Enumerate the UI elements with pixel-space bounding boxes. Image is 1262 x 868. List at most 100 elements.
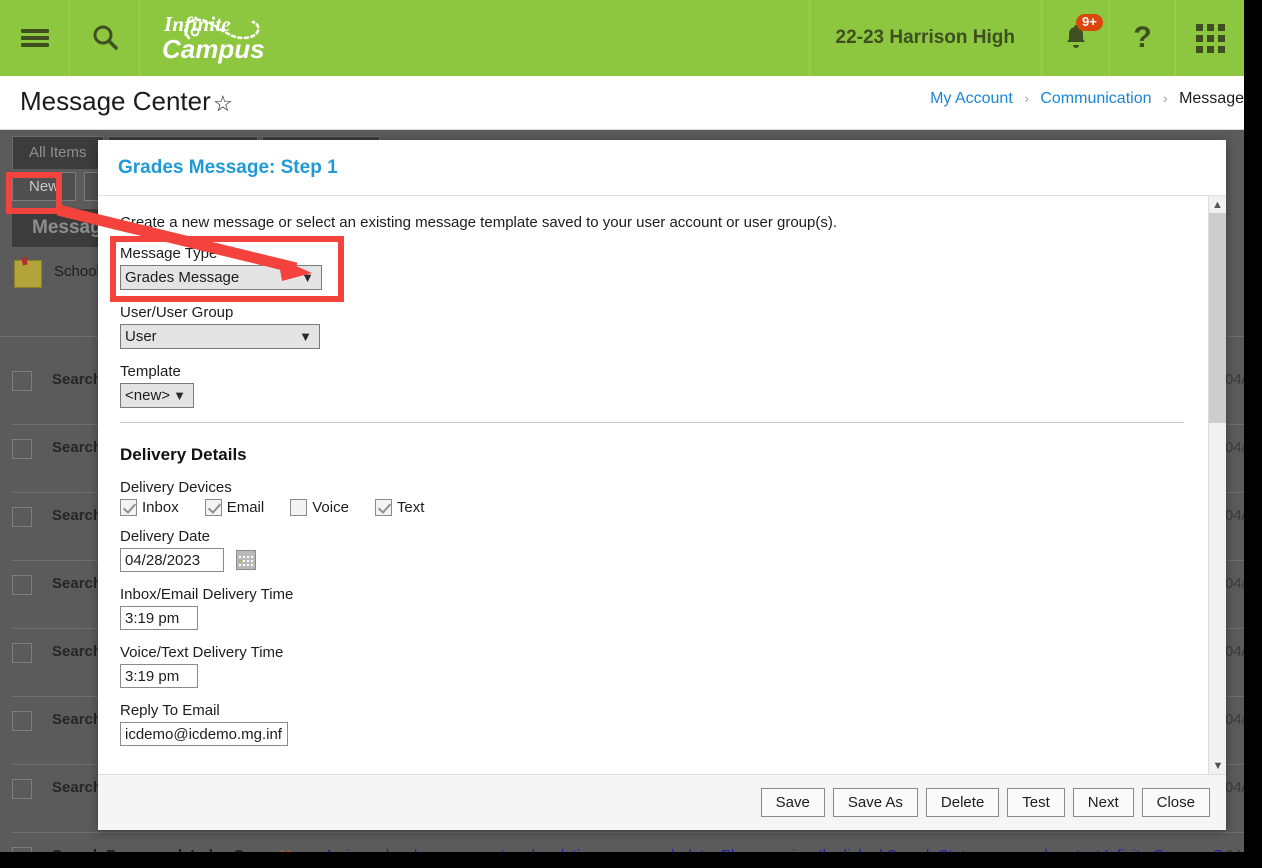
note-icon — [14, 260, 42, 288]
delivery-details-heading: Delivery Details — [120, 445, 247, 464]
infinite-campus-logo[interactable]: Infinite Campus — [140, 0, 287, 76]
row-date: 04/ — [1225, 575, 1244, 592]
star-outline-icon[interactable]: ☆ — [213, 93, 233, 115]
top-navigation-bar: Infinite Campus 22-23 Harrison High 9+ ? — [0, 0, 1244, 76]
row-date: 04/ — [1225, 643, 1244, 660]
dialog-footer: Save Save As Delete Test Next Close — [98, 774, 1226, 830]
checkbox-voice[interactable]: Voice — [290, 499, 349, 516]
dialog-header: Grades Message: Step 1 — [98, 140, 1226, 196]
dialog-vertical-scrollbar[interactable]: ▲ ▼ — [1208, 196, 1226, 774]
save-as-button[interactable]: Save As — [832, 788, 918, 817]
delivery-devices-label: Delivery Devices — [120, 479, 232, 496]
notifications-bell-icon[interactable]: 9+ — [1042, 0, 1110, 76]
dialog-title: Grades Message: Step 1 — [118, 156, 338, 178]
row-date: 04/ — [1225, 371, 1244, 388]
row-checkbox[interactable] — [12, 847, 32, 852]
new-button[interactable]: New — [12, 172, 77, 201]
user-user-group-select[interactable]: User — [120, 324, 320, 349]
voice-text-time-input[interactable] — [120, 664, 198, 688]
search-glyph — [93, 25, 118, 50]
row-checkbox[interactable] — [12, 507, 32, 527]
table-row-search-framework-index-sync[interactable]: Search Framework Index Sync New An issue… — [12, 842, 1244, 852]
search-icon[interactable] — [70, 0, 140, 76]
row-checkbox[interactable] — [12, 371, 32, 391]
row-date: 04/ — [1225, 507, 1244, 524]
status-badge-new: New — [280, 847, 311, 852]
test-button[interactable]: Test — [1007, 788, 1065, 817]
inbox-email-time-input[interactable] — [120, 606, 198, 630]
checkbox-icon — [374, 499, 392, 516]
hamburger-bars — [20, 26, 49, 50]
delivery-devices-group: Inbox Email Voice Text — [120, 499, 1208, 516]
screenshot-root: Infinite Campus 22-23 Harrison High 9+ ?… — [0, 0, 1262, 868]
delivery-date-label: Delivery Date — [120, 528, 211, 545]
checkbox-icon — [204, 499, 222, 516]
field-message-type: Message Type Grades Message ▼ — [120, 245, 1208, 290]
row-checkbox[interactable] — [12, 779, 32, 799]
breadcrumb: My Account › Communication › Message — [930, 90, 1244, 108]
dialog-scroll-content: Create a new message or select an existi… — [98, 196, 1208, 774]
page-title: Message Center — [20, 86, 211, 116]
logo-swoosh-icon — [183, 18, 260, 40]
dialog-body: Create a new message or select an existi… — [98, 196, 1226, 774]
delete-button[interactable]: Delete — [925, 788, 1000, 817]
close-button[interactable]: Close — [1141, 788, 1210, 817]
question-mark-glyph: ? — [1133, 21, 1152, 54]
template-label: Template — [120, 363, 181, 380]
row-date: 04/ — [1225, 847, 1244, 852]
calendar-icon[interactable] — [236, 549, 257, 570]
voice-text-time-label: Voice/Text Delivery Time — [120, 644, 284, 661]
scroll-up-icon[interactable]: ▲ — [1209, 196, 1226, 213]
message-type-select[interactable]: Grades Message — [120, 265, 322, 290]
dialog-help-text: Create a new message or select an existi… — [120, 214, 838, 231]
breadcrumb-separator-2: › — [1162, 90, 1168, 106]
field-user-user-group: User/User Group User ▼ — [120, 304, 1208, 349]
breadcrumb-item-communication[interactable]: Communication — [1040, 90, 1151, 107]
school-year-selector[interactable]: 22-23 Harrison High — [808, 0, 1042, 76]
checkbox-label: Inbox — [142, 499, 179, 516]
page-title-bar: Message Center ☆ My Account › Communicat… — [0, 76, 1244, 130]
reply-to-email-input[interactable] — [120, 722, 288, 746]
row-checkbox[interactable] — [12, 643, 32, 663]
row-message-text: An issue has been encountered updating y… — [324, 847, 1244, 852]
checkbox-label: Text — [396, 499, 425, 516]
help-icon[interactable]: ? — [1110, 0, 1176, 76]
next-button[interactable]: Next — [1072, 788, 1134, 817]
app-grid-icon[interactable] — [1176, 0, 1244, 76]
delivery-date-input[interactable] — [120, 548, 224, 572]
note-pin-icon — [21, 256, 28, 266]
row-date: 04/ — [1225, 439, 1244, 456]
save-button[interactable]: Save — [760, 788, 825, 817]
user-user-group-label: User/User Group — [120, 304, 234, 321]
field-voice-text-time: Voice/Text Delivery Time — [120, 644, 1208, 688]
field-delivery-date: Delivery Date — [120, 528, 1208, 572]
checkbox-email[interactable]: Email — [204, 499, 264, 516]
scroll-down-icon[interactable]: ▼ — [1209, 757, 1226, 774]
checkbox-text[interactable]: Text — [374, 499, 425, 516]
row-date: 04/ — [1225, 779, 1244, 796]
checkbox-label: Voice — [312, 499, 349, 516]
checkbox-icon — [120, 499, 137, 516]
row-checkbox[interactable] — [12, 711, 32, 731]
hamburger-menu-icon[interactable] — [0, 0, 70, 76]
grades-message-dialog: Grades Message: Step 1 Create a new mess… — [98, 140, 1226, 830]
app-grid-glyph — [1195, 23, 1225, 53]
scrollbar-thumb[interactable] — [1209, 213, 1226, 423]
row-checkbox[interactable] — [12, 439, 32, 459]
row-checkbox[interactable] — [12, 575, 32, 595]
reply-to-email-label: Reply To Email — [120, 702, 220, 719]
field-template: Template <new> ▼ — [120, 363, 1208, 408]
checkbox-inbox[interactable]: Inbox — [120, 499, 179, 516]
application-page: Infinite Campus 22-23 Harrison High 9+ ?… — [0, 0, 1244, 852]
template-select[interactable]: <new> — [120, 383, 194, 408]
checkbox-icon — [290, 499, 308, 516]
breadcrumb-item-my-account[interactable]: My Account — [930, 90, 1013, 107]
section-divider — [120, 422, 1184, 423]
breadcrumb-separator-1: › — [1024, 90, 1029, 106]
message-type-label: Message Type — [120, 245, 218, 262]
row-date: 04/ — [1225, 711, 1244, 728]
breadcrumb-item-message: Message — [1179, 90, 1244, 107]
tab-all-items[interactable]: All Items — [12, 136, 104, 169]
row-label: Search Framework Index Sync — [52, 847, 270, 852]
inbox-email-time-label: Inbox/Email Delivery Time — [120, 586, 294, 603]
